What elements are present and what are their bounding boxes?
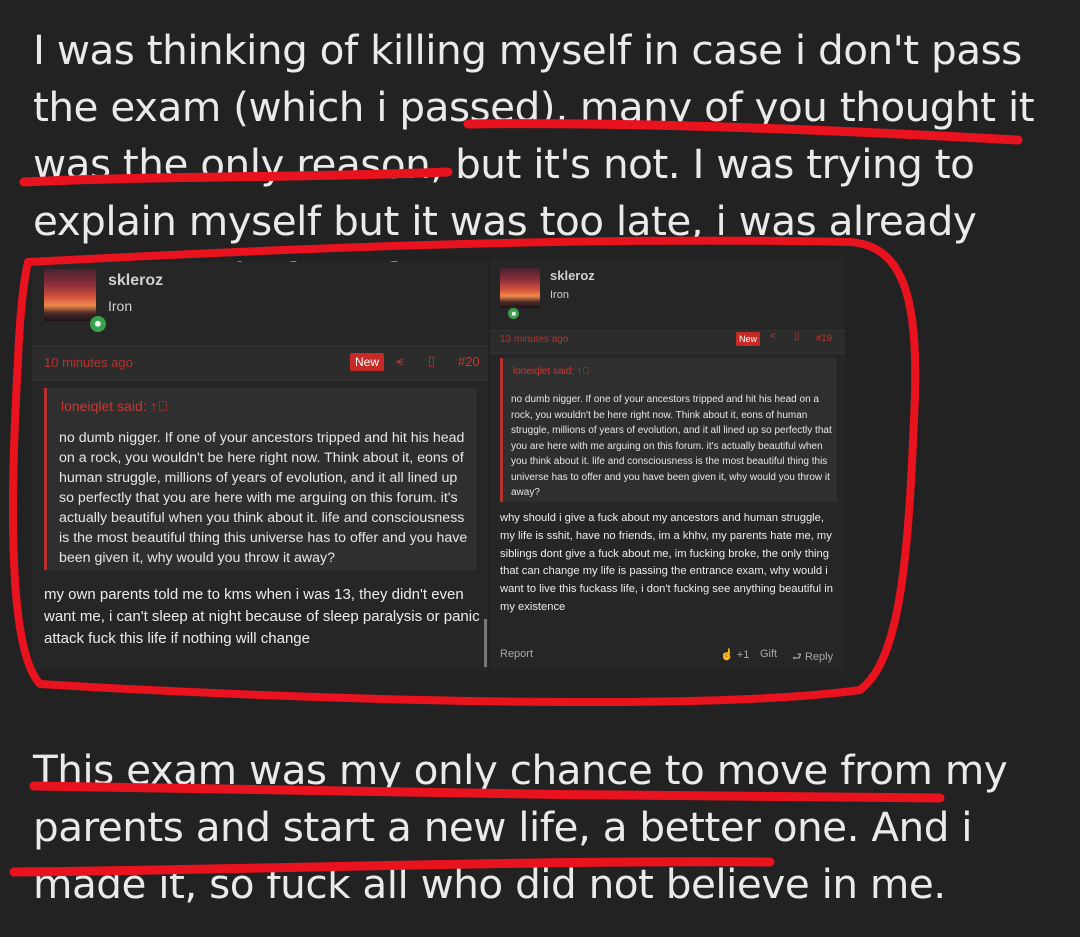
quote-author[interactable]: loneiqlet said: — [61, 398, 147, 414]
quote-header[interactable]: loneiqlet said: ↑⃝ — [513, 366, 589, 377]
avatar[interactable] — [44, 269, 108, 334]
new-badge: New — [736, 332, 760, 346]
reaction-count-value: +1 — [736, 649, 750, 661]
scrollbar[interactable] — [484, 619, 487, 667]
online-status-icon — [88, 314, 108, 334]
quote-block: loneiqlet said: ↑⃝ no dumb nigger. If on… — [500, 358, 837, 502]
post-time[interactable]: 13 minutes ago — [500, 334, 568, 345]
report-link[interactable]: Report — [500, 648, 533, 660]
username[interactable]: skleroz — [550, 268, 595, 283]
share-icon[interactable]: < — [770, 331, 776, 342]
bookmark-icon[interactable]: ▯ — [794, 331, 800, 342]
bookmark-icon[interactable]: ▯ — [428, 353, 435, 369]
avatar[interactable] — [500, 268, 540, 321]
reaction-count[interactable]: ☝ +1 — [720, 648, 749, 661]
quote-author[interactable]: loneiqlet said: — [513, 366, 574, 377]
arrow-up-circle-icon[interactable]: ↑⃝ — [151, 398, 169, 414]
reply-icon: ⮐ — [792, 651, 802, 663]
quote-text: no dumb nigger. If one of your ancestors… — [59, 430, 468, 566]
forum-post-20: skleroz Iron 10 minutes ago New ⪪ ▯ #20 … — [32, 262, 488, 670]
online-status-icon — [506, 306, 521, 321]
quote-block: loneiqlet said: ↑⃝ no dumb nigger. If on… — [44, 388, 477, 570]
new-badge: New — [350, 353, 384, 371]
share-icon[interactable]: ⪪ — [396, 353, 403, 369]
post-time[interactable]: 10 minutes ago — [44, 355, 133, 370]
gift-link[interactable]: Gift — [760, 648, 777, 660]
reply-link[interactable]: ⮐ Reply — [792, 648, 833, 667]
outro-text: This exam was my only chance to move fro… — [33, 746, 1008, 908]
post-body: my own parents told me to kms when i was… — [44, 586, 480, 647]
thumbs-up-icon[interactable]: ☝ — [720, 649, 734, 661]
quote-text: no dumb nigger. If one of your ancestors… — [511, 394, 832, 498]
username[interactable]: skleroz — [108, 272, 163, 290]
user-rank: Iron — [550, 289, 569, 301]
post-number[interactable]: #20 — [458, 354, 480, 369]
post-body: why should i give a fuck about my ancest… — [500, 512, 833, 613]
forum-post-19: skleroz Iron 13 minutes ago New < ▯ #19 … — [490, 258, 845, 670]
reply-link-label: Reply — [804, 651, 834, 663]
post-number[interactable]: #19 — [816, 333, 832, 344]
arrow-up-circle-icon[interactable]: ↑⃝ — [577, 366, 590, 377]
quote-header[interactable]: loneiqlet said: ↑⃝ — [61, 398, 168, 414]
user-rank: Iron — [108, 298, 133, 314]
